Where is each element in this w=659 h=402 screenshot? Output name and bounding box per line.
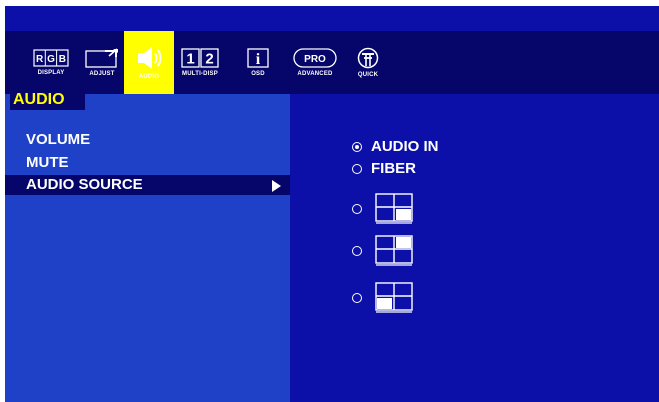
adjust-icon xyxy=(85,47,118,68)
menu-item-mute[interactable]: MUTE xyxy=(26,153,69,173)
option-audio-in[interactable]: AUDIO IN xyxy=(352,138,439,155)
radio-icon[interactable] xyxy=(352,163,362,174)
tab-display-label: DISPLAY xyxy=(37,69,65,76)
osd-window: R G B DISPLAY ADJUST AUDIO 1 2 MULTI-DIS… xyxy=(5,6,659,402)
rgb-icon: R G B xyxy=(33,48,69,67)
speaker-icon xyxy=(138,46,162,69)
submenu-arrow-icon xyxy=(272,180,281,192)
tab-advanced[interactable]: PRO ADVANCED xyxy=(290,31,340,94)
tab-osd-label: OSD xyxy=(251,70,265,77)
option-pip-bottom-left[interactable] xyxy=(352,282,413,314)
menu-panel: VOLUME MUTE AUDIO SOURCE xyxy=(5,94,290,402)
rgb-g-glyph: G xyxy=(47,54,55,65)
menu-item-audio-source[interactable]: AUDIO SOURCE xyxy=(5,175,290,195)
option-pip-top-right[interactable] xyxy=(352,235,413,267)
tab-quick-label: QUICK xyxy=(357,71,379,78)
pip-layout-bottom-right-icon xyxy=(375,193,413,224)
main-toolbar: R G B DISPLAY ADJUST AUDIO 1 2 MULTI-DIS… xyxy=(5,31,659,94)
quick-icon xyxy=(357,47,379,68)
osd-glyph: i xyxy=(256,51,261,68)
tab-quick[interactable]: QUICK xyxy=(348,31,388,94)
info-icon: i xyxy=(247,47,269,68)
tab-audio[interactable]: AUDIO xyxy=(124,31,174,94)
rgb-b-glyph: B xyxy=(59,54,66,65)
tab-multi-disp[interactable]: 1 2 MULTI-DISP xyxy=(175,31,225,94)
section-title: AUDIO xyxy=(10,90,85,110)
tab-multi-disp-label: MULTI-DISP xyxy=(182,70,218,77)
multi-disp-glyph-1: 1 xyxy=(186,50,194,67)
multi-display-icon: 1 2 xyxy=(181,47,219,68)
pro-glyph: PRO xyxy=(304,54,326,65)
option-fiber-label: FIBER xyxy=(371,160,416,177)
tab-adjust[interactable]: ADJUST xyxy=(80,31,124,94)
tab-adjust-label: ADJUST xyxy=(89,70,115,77)
menu-item-volume[interactable]: VOLUME xyxy=(26,130,90,150)
tab-osd[interactable]: i OSD xyxy=(238,31,278,94)
multi-disp-glyph-2: 2 xyxy=(205,50,213,67)
radio-icon[interactable] xyxy=(352,246,362,256)
options-panel: AUDIO IN FIBER xyxy=(290,94,659,402)
option-fiber[interactable]: FIBER xyxy=(352,160,416,177)
pip-layout-top-right-icon xyxy=(375,235,413,266)
rgb-r-glyph: R xyxy=(36,54,44,65)
radio-icon[interactable] xyxy=(352,141,362,152)
menu-item-audio-source-label: AUDIO SOURCE xyxy=(26,176,143,193)
pro-icon: PRO xyxy=(293,47,337,68)
tab-display[interactable]: R G B DISPLAY xyxy=(27,31,75,94)
radio-icon[interactable] xyxy=(352,293,362,303)
tab-audio-label: AUDIO xyxy=(138,73,160,80)
pip-layout-bottom-left-icon xyxy=(375,282,413,313)
option-audio-in-label: AUDIO IN xyxy=(371,138,439,155)
tab-advanced-label: ADVANCED xyxy=(297,70,333,77)
radio-icon[interactable] xyxy=(352,204,362,214)
option-pip-bottom-right[interactable] xyxy=(352,193,413,225)
